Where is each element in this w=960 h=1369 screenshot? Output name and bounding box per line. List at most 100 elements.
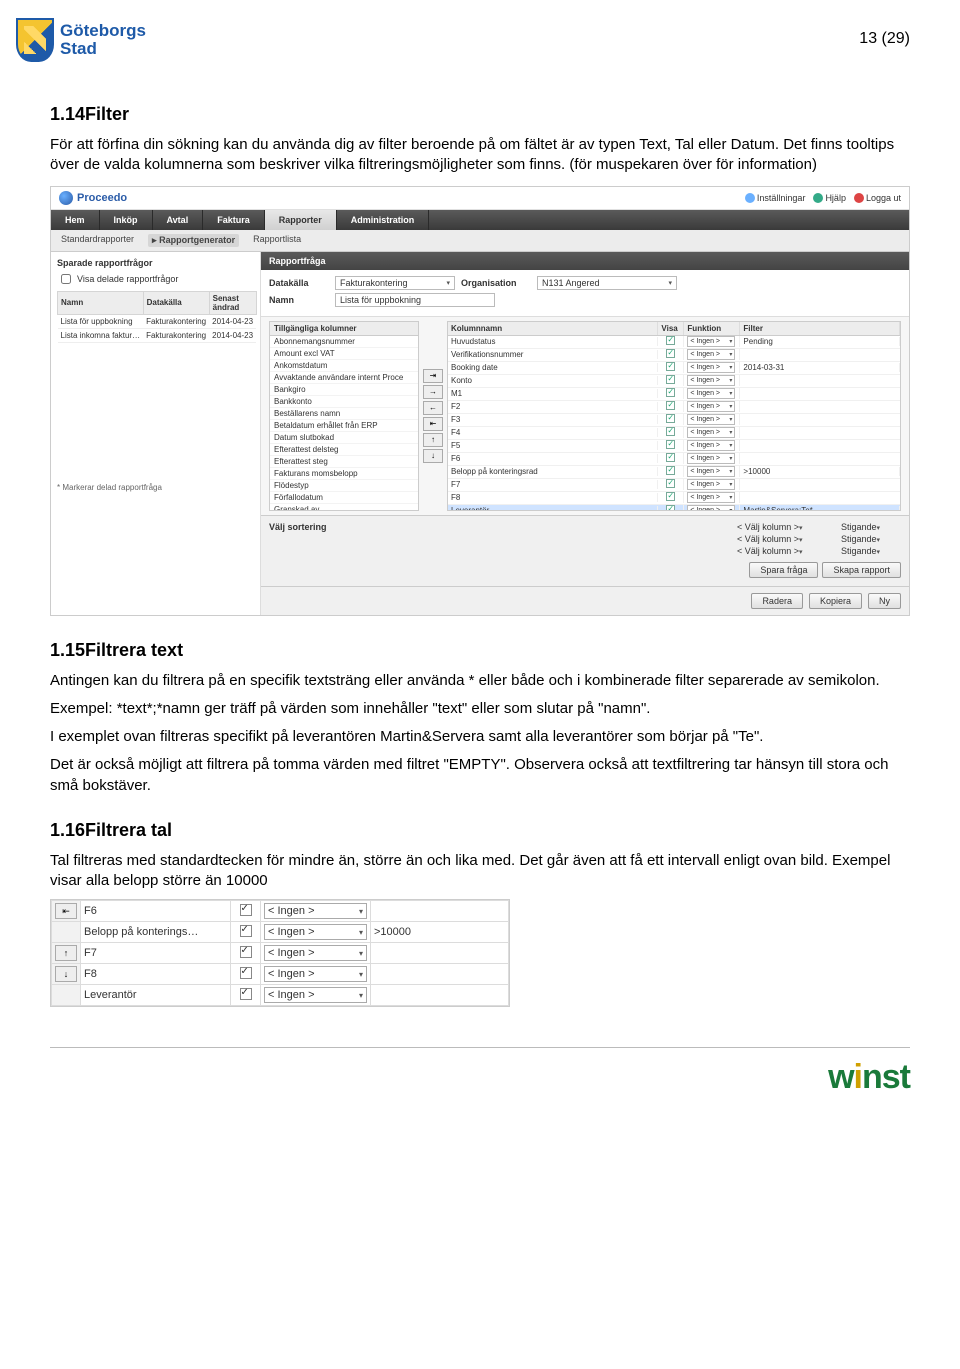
function-select[interactable]: < Ingen >▾ <box>687 336 735 347</box>
btn-down[interactable]: ↓ <box>423 449 443 463</box>
available-column-item[interactable]: Avvaktande användare internt Proce <box>270 372 418 384</box>
submenu-generator[interactable]: ▸ Rapportgenerator <box>148 234 239 247</box>
grid-row[interactable]: Verifikationsnummer< Ingen >▾ <box>448 349 900 362</box>
visa-checkbox[interactable] <box>666 505 675 511</box>
available-column-item[interactable]: Ankomstdatum <box>270 360 418 372</box>
available-column-item[interactable]: Efterattest delsteg <box>270 444 418 456</box>
select-org[interactable]: N131 Angered▾ <box>537 276 677 290</box>
function-select[interactable]: < Ingen >▾ <box>687 362 735 373</box>
available-column-item[interactable]: Fakturans momsbelopp <box>270 468 418 480</box>
saved-query-row[interactable]: Lista inkomna faktur…Fakturakontering201… <box>58 328 257 342</box>
visa-checkbox[interactable] <box>240 925 252 937</box>
available-column-item[interactable]: Granskad av <box>270 504 418 511</box>
visa-checkbox[interactable] <box>666 479 675 488</box>
btn-copy[interactable]: Kopiera <box>809 593 862 609</box>
move-button[interactable]: ↓ <box>55 966 77 982</box>
available-column-item[interactable]: Abonnemangsnummer <box>270 336 418 348</box>
function-select[interactable]: < Ingen >▾ <box>687 401 735 412</box>
grid-row[interactable]: F5< Ingen >▾ <box>448 440 900 453</box>
visa-checkbox[interactable] <box>240 946 252 958</box>
show-shared-checkbox[interactable]: Visa delade rapportfrågor <box>57 271 254 287</box>
grid-row[interactable]: Leverantör< Ingen >▾Martin&Servera;Te* <box>448 505 900 511</box>
available-columns[interactable]: Tillgängliga kolumner AbonnemangsnummerA… <box>269 321 419 511</box>
sort-dir-1[interactable]: Stigande▾ <box>841 522 901 532</box>
submenu-standard[interactable]: Standardrapporter <box>61 234 134 247</box>
grid-row[interactable]: F3< Ingen >▾ <box>448 414 900 427</box>
available-column-item[interactable]: Efterattest steg <box>270 456 418 468</box>
visa-checkbox[interactable] <box>666 414 675 423</box>
grid-row[interactable]: F7< Ingen >▾ <box>448 479 900 492</box>
grid-row[interactable]: Konto< Ingen >▾ <box>448 375 900 388</box>
col-datakalla[interactable]: Datakälla <box>143 291 209 314</box>
function-select[interactable]: < Ingen >▾ <box>264 987 367 1003</box>
submenu-lista[interactable]: Rapportlista <box>253 234 301 247</box>
function-select[interactable]: < Ingen >▾ <box>687 388 735 399</box>
input-namn[interactable]: Lista för uppbokning <box>335 293 495 307</box>
function-select[interactable]: < Ingen >▾ <box>264 945 367 961</box>
filter-row[interactable]: Belopp på konterings…< Ingen >▾>10000 <box>52 922 509 943</box>
function-select[interactable]: < Ingen >▾ <box>687 375 735 386</box>
filter-row[interactable]: ⇤F6< Ingen >▾ <box>52 901 509 922</box>
grid-row[interactable]: Belopp på konteringsrad< Ingen >▾>10000 <box>448 466 900 479</box>
available-column-item[interactable]: Bankgiro <box>270 384 418 396</box>
function-select[interactable]: < Ingen >▾ <box>687 427 735 438</box>
visa-checkbox[interactable] <box>240 904 252 916</box>
grid-col-name[interactable]: Kolumnnamn <box>448 322 658 335</box>
filter-row[interactable]: Leverantör< Ingen >▾ <box>52 985 509 1006</box>
available-column-item[interactable]: Amount excl VAT <box>270 348 418 360</box>
menu-rapporter[interactable]: Rapporter <box>265 210 337 230</box>
grid-col-funk[interactable]: Funktion <box>684 322 740 335</box>
function-select[interactable]: < Ingen >▾ <box>687 466 735 477</box>
visa-checkbox[interactable] <box>666 349 675 358</box>
select-datakalla[interactable]: Fakturakontering▾ <box>335 276 455 290</box>
link-settings[interactable]: Inställningar <box>745 193 806 203</box>
function-select[interactable]: < Ingen >▾ <box>264 966 367 982</box>
btn-create-report[interactable]: Skapa rapport <box>822 562 901 578</box>
saved-query-row[interactable]: Lista för uppbokningFakturakontering2014… <box>58 314 257 328</box>
btn-up[interactable]: ↑ <box>423 433 443 447</box>
function-select[interactable]: < Ingen >▾ <box>687 492 735 503</box>
grid-row[interactable]: Booking date< Ingen >▾2014-03-31 <box>448 362 900 375</box>
available-column-item[interactable]: Förfallodatum <box>270 492 418 504</box>
btn-save-query[interactable]: Spara fråga <box>749 562 818 578</box>
visa-checkbox[interactable] <box>666 466 675 475</box>
function-select[interactable]: < Ingen >▾ <box>264 924 367 940</box>
menu-hem[interactable]: Hem <box>51 210 100 230</box>
sort-dir-2[interactable]: Stigande▾ <box>841 534 901 544</box>
sort-col-2[interactable]: < Välj kolumn >▾ <box>737 534 837 544</box>
btn-remove[interactable]: ← <box>423 401 443 415</box>
function-select[interactable]: < Ingen >▾ <box>687 479 735 490</box>
btn-remove-all[interactable]: ⇤ <box>423 417 443 431</box>
visa-checkbox[interactable] <box>240 988 252 1000</box>
menu-admin[interactable]: Administration <box>337 210 430 230</box>
btn-new[interactable]: Ny <box>868 593 901 609</box>
visa-checkbox[interactable] <box>666 375 675 384</box>
available-column-item[interactable]: Betaldatum erhållet från ERP <box>270 420 418 432</box>
visa-checkbox[interactable] <box>240 967 252 979</box>
visa-checkbox[interactable] <box>666 388 675 397</box>
grid-row[interactable]: F6< Ingen >▾ <box>448 453 900 466</box>
function-select[interactable]: < Ingen >▾ <box>687 414 735 425</box>
visa-checkbox[interactable] <box>666 427 675 436</box>
col-senast[interactable]: Senast ändrad <box>209 291 256 314</box>
btn-add[interactable]: → <box>423 385 443 399</box>
grid-row[interactable]: Huvudstatus< Ingen >▾Pending <box>448 336 900 349</box>
grid-row[interactable]: F4< Ingen >▾ <box>448 427 900 440</box>
visa-checkbox[interactable] <box>666 453 675 462</box>
menu-inkop[interactable]: Inköp <box>100 210 153 230</box>
grid-col-filter[interactable]: Filter <box>740 322 900 335</box>
link-help[interactable]: Hjälp <box>813 193 846 203</box>
filter-row[interactable]: ↑F7< Ingen >▾ <box>52 943 509 964</box>
move-button[interactable]: ↑ <box>55 945 77 961</box>
btn-delete[interactable]: Radera <box>751 593 803 609</box>
grid-row[interactable]: F8< Ingen >▾ <box>448 492 900 505</box>
visa-checkbox[interactable] <box>666 440 675 449</box>
sort-dir-3[interactable]: Stigande▾ <box>841 546 901 556</box>
grid-col-visa[interactable]: Visa <box>658 322 684 335</box>
available-column-item[interactable]: Flödestyp <box>270 480 418 492</box>
menu-avtal[interactable]: Avtal <box>153 210 204 230</box>
link-logout[interactable]: Logga ut <box>854 193 901 203</box>
function-select[interactable]: < Ingen >▾ <box>687 440 735 451</box>
function-select[interactable]: < Ingen >▾ <box>687 349 735 360</box>
sort-col-3[interactable]: < Välj kolumn >▾ <box>737 546 837 556</box>
